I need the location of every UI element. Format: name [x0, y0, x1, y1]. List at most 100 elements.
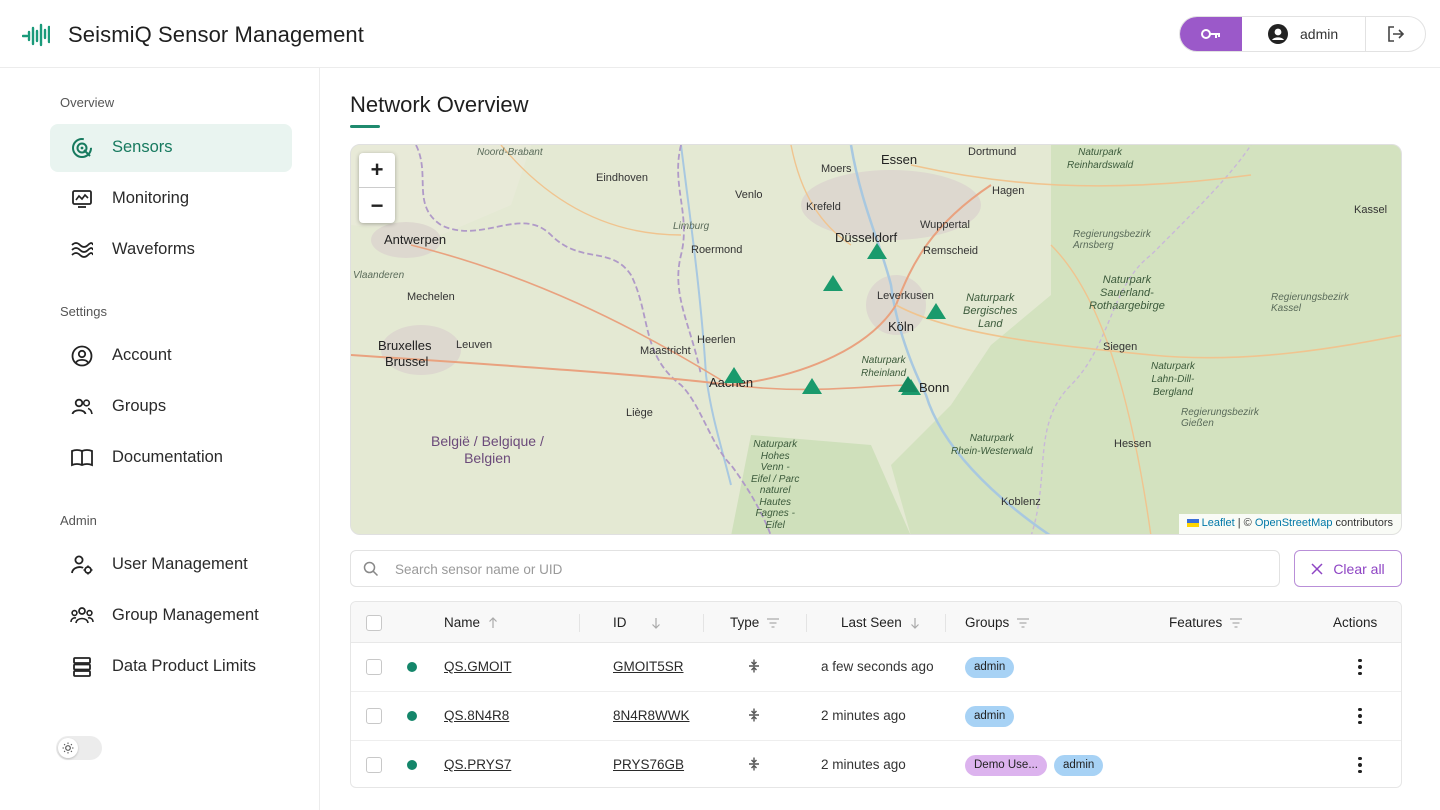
sensor-name-link[interactable]: QS.PRYS7	[444, 757, 511, 772]
map-label-country: België / Belgique / Belgien	[431, 433, 544, 467]
row-actions-menu-icon[interactable]	[1354, 657, 1366, 677]
column-header-groups[interactable]: Groups	[965, 615, 1030, 630]
type-arrows-icon	[749, 659, 759, 673]
select-all-checkbox[interactable]	[366, 615, 382, 631]
table-header: Name ID Type Last Seen Groups Features A…	[351, 602, 1401, 643]
zoom-in-button[interactable]: +	[359, 153, 395, 188]
map-label-region: Regierungsbezirk Gießen	[1181, 407, 1259, 429]
table-row[interactable]: QS.8N4R8 8N4R8WWK 2 minutes ago admin	[351, 692, 1401, 741]
sidebar-item-data-product-limits[interactable]: Data Product Limits	[50, 643, 292, 691]
sensor-id-link[interactable]: 8N4R8WWK	[613, 708, 690, 723]
map-label: Bruxelles	[378, 338, 432, 353]
sensor-radar-icon	[70, 137, 94, 159]
table-row[interactable]: QS.PRYS7 PRYS76GB 2 minutes ago Demo Use…	[351, 741, 1401, 787]
sensor-id-link[interactable]: PRYS76GB	[613, 757, 684, 772]
map-label: Remscheid	[923, 245, 979, 257]
country-line: België / Belgique /	[431, 433, 544, 449]
leaflet-link[interactable]: Leaflet	[1202, 517, 1235, 529]
map-label: Essen	[881, 152, 918, 167]
column-label: Actions	[1333, 615, 1378, 630]
map-zoom-control: + −	[359, 153, 395, 223]
map-label: Hessen	[1114, 438, 1152, 450]
group-badge: Demo Use...	[965, 755, 1047, 776]
section-label-admin: Admin	[60, 513, 97, 528]
last-seen: a few seconds ago	[821, 659, 934, 674]
column-header-last-seen[interactable]: Last Seen	[841, 615, 920, 630]
sidebar-item-account[interactable]: Account	[50, 332, 292, 380]
book-icon	[70, 447, 94, 469]
sensor-name-link[interactable]: QS.GMOIT	[444, 659, 512, 674]
column-header-id[interactable]: ID	[613, 615, 661, 630]
sensor-marker[interactable]	[823, 275, 843, 291]
sidebar-item-user-management[interactable]: User Management	[50, 541, 292, 589]
sidebar-item-documentation[interactable]: Documentation	[50, 434, 292, 482]
map-label: Leuven	[456, 339, 493, 351]
database-icon	[70, 656, 94, 678]
row-checkbox[interactable]	[366, 708, 382, 724]
column-separator	[806, 614, 807, 632]
group-badge: admin	[1054, 755, 1104, 776]
sensor-table: Name ID Type Last Seen Groups Features A…	[350, 601, 1402, 788]
map-label: Antwerpen	[384, 232, 447, 247]
map-label: Noord-Brabant	[477, 147, 543, 158]
last-seen: 2 minutes ago	[821, 708, 906, 723]
zoom-out-button[interactable]: −	[359, 188, 395, 223]
filter-icon	[1230, 617, 1243, 628]
last-seen: 2 minutes ago	[821, 757, 906, 772]
column-label: Groups	[965, 615, 1010, 630]
clear-all-button[interactable]: Clear all	[1294, 550, 1402, 587]
map-label: Heerlen	[697, 334, 736, 346]
column-separator	[579, 614, 580, 632]
sidebar-item-sensors[interactable]: Sensors	[50, 124, 292, 172]
sort-desc-icon	[651, 617, 660, 629]
map-label: Moers	[821, 163, 852, 175]
column-header-actions: Actions	[1333, 615, 1377, 630]
row-actions-menu-icon[interactable]	[1354, 706, 1366, 726]
sidebar-item-monitoring[interactable]: Monitoring	[50, 175, 292, 223]
row-checkbox[interactable]	[366, 659, 382, 675]
column-header-features[interactable]: Features	[1169, 615, 1243, 630]
theme-toggle[interactable]	[56, 736, 102, 760]
sensor-id-link[interactable]: GMOIT5SR	[613, 659, 684, 674]
sidebar-item-waveforms[interactable]: Waveforms	[50, 226, 292, 274]
row-actions-menu-icon[interactable]	[1354, 755, 1366, 775]
sensor-marker[interactable]	[867, 243, 887, 259]
logout-button[interactable]	[1366, 17, 1425, 51]
map-label: Siegen	[1103, 341, 1138, 353]
map-label: Dortmund	[968, 146, 1017, 158]
map-label: Liège	[626, 407, 653, 419]
ukraine-flag-icon	[1186, 519, 1199, 528]
app-header: SeismiQ Sensor Management admin	[0, 0, 1440, 68]
monitor-chart-icon	[70, 188, 94, 210]
seismiq-logo-icon	[22, 23, 50, 47]
sensor-marker[interactable]	[926, 303, 946, 319]
column-header-name[interactable]: Name	[444, 615, 498, 630]
column-header-type[interactable]: Type	[730, 615, 780, 630]
search-input[interactable]	[395, 559, 1255, 579]
row-checkbox[interactable]	[366, 757, 382, 773]
sensor-marker[interactable]	[898, 376, 918, 392]
sidebar-item-groups[interactable]: Groups	[50, 383, 292, 431]
sidebar-item-label: Sensors	[112, 138, 173, 156]
map-label: Kassel	[1354, 204, 1388, 216]
column-label: ID	[613, 615, 627, 630]
user-gear-icon	[70, 554, 94, 576]
column-label: Features	[1169, 615, 1223, 630]
column-label: Type	[730, 615, 760, 630]
clear-all-label: Clear all	[1333, 560, 1385, 577]
table-row[interactable]: QS.GMOIT GMOIT5SR a few seconds ago admi…	[351, 643, 1401, 692]
sensor-marker[interactable]	[724, 367, 744, 383]
sidebar-item-label: Account	[112, 346, 172, 364]
sidebar-item-label: Monitoring	[112, 189, 190, 207]
map-label-region: Regierungsbezirk Arnsberg	[1073, 229, 1151, 251]
sensor-marker[interactable]	[802, 378, 822, 394]
sensor-name-link[interactable]: QS.8N4R8	[444, 708, 509, 723]
waveform-icon	[70, 239, 94, 261]
key-icon	[1201, 29, 1220, 39]
search-box	[350, 550, 1280, 587]
api-key-button[interactable]	[1180, 17, 1242, 51]
sensor-map[interactable]: + − Noord-Brabant Essen Dortmund Eindhov…	[350, 144, 1402, 535]
user-menu-button[interactable]: admin	[1242, 17, 1366, 51]
sidebar-item-group-management[interactable]: Group Management	[50, 592, 292, 640]
osm-link[interactable]: OpenStreetMap	[1255, 517, 1333, 529]
